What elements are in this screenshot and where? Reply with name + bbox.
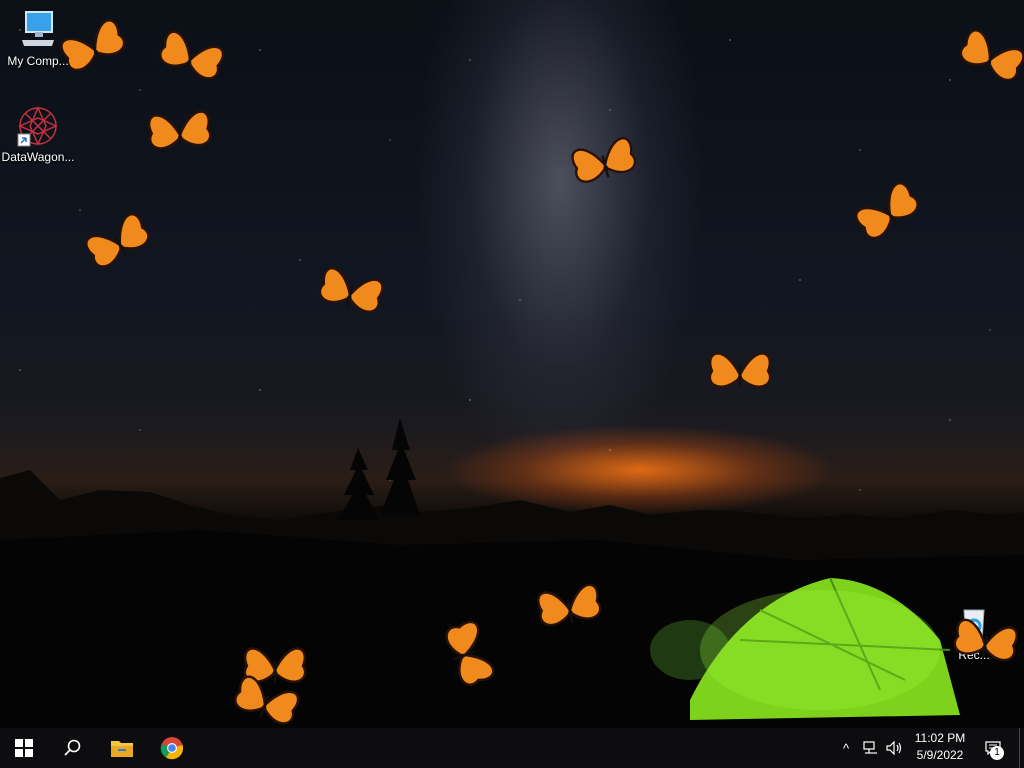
taskbar-file-explorer[interactable] [98, 728, 146, 768]
desktop-icon-label: My Comp... [7, 54, 69, 68]
notification-count-badge: 1 [990, 746, 1004, 760]
chrome-icon [160, 737, 184, 760]
butterfly [571, 137, 637, 183]
butterfly [318, 267, 384, 313]
taskbar: ^ 11:02 PM 5/9/2022 [0, 728, 1024, 768]
volume-icon [886, 741, 902, 755]
butterfly [445, 620, 495, 686]
show-desktop-button[interactable] [1019, 728, 1024, 768]
tray-overflow-chevron[interactable]: ^ [836, 728, 856, 768]
system-clock[interactable]: 11:02 PM 5/9/2022 [906, 730, 974, 766]
folder-icon [111, 741, 133, 757]
taskbar-chrome[interactable] [148, 728, 196, 768]
clock-time: 11:02 PM [914, 731, 966, 745]
windows-start-icon [15, 739, 33, 757]
desktop-icon-datawagon[interactable]: DataWagon... [0, 104, 76, 164]
search-button[interactable] [48, 728, 96, 768]
network-button[interactable] [860, 728, 882, 768]
pine-tree [338, 448, 380, 520]
clock-date: 5/9/2022 [916, 748, 964, 762]
butterfly [953, 618, 1018, 662]
desktop-icon-label: DataWagon... [1, 150, 75, 164]
search-icon [64, 739, 81, 756]
computer-icon [22, 11, 54, 46]
desktop-wallpaper: My Comp... DataWagon... Rec... [0, 0, 1024, 728]
butterfly [85, 213, 150, 268]
butterfly [537, 583, 602, 627]
butterfly [959, 29, 1024, 82]
butterfly [855, 182, 919, 239]
butterfly [708, 352, 772, 388]
butterfly [159, 30, 225, 80]
pine-tree [380, 418, 420, 515]
start-button[interactable] [0, 728, 48, 768]
chevron-up-icon: ^ [842, 740, 850, 756]
tent-glow [700, 590, 940, 710]
butterfly [148, 110, 212, 150]
network-icon [863, 741, 877, 754]
desktop-icon-my-computer[interactable]: My Comp... [0, 8, 76, 68]
volume-button[interactable] [884, 728, 906, 768]
butterfly [234, 675, 300, 725]
datawagon-icon [17, 106, 58, 147]
